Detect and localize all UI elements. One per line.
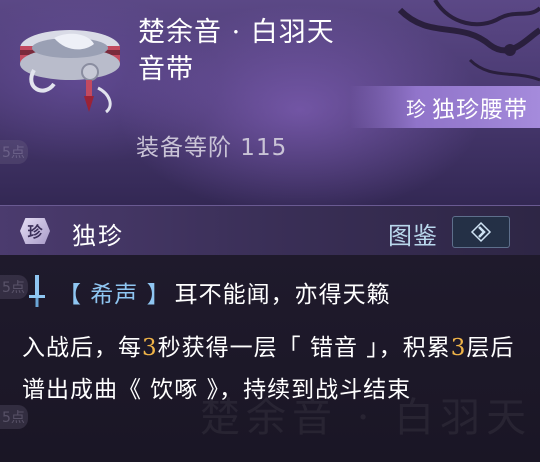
rarity-type-label: 独珍腰带 (432, 97, 528, 123)
codex-button[interactable] (452, 216, 510, 248)
rarity-bar: 珍 独珍 图鉴 (0, 205, 540, 256)
item-tooltip: 楚余音 · 白羽天 音带 珍 独珍腰带 装备等阶 115 5点 珍 独珍 图鉴 … (0, 0, 540, 462)
rarity-ribbon: 珍 独珍腰带 (350, 86, 540, 128)
skill-name: 【 希声 】 (58, 282, 171, 308)
belt-item-icon (20, 30, 120, 114)
desc-number: 3 (450, 335, 467, 361)
desc-number: 3 (142, 335, 158, 361)
item-name: 楚余音 · 白羽天 音带 (138, 14, 398, 88)
item-description-panel: 楚余音 · 白羽天 5点 5点 【 希声 】 耳不能闻，亦得天籁 入战后，每3秒… (0, 255, 540, 462)
item-header: 楚余音 · 白羽天 音带 珍 独珍腰带 装备等阶 115 5点 (0, 0, 540, 205)
rarity-gem-icon: 珍 (406, 96, 426, 121)
skill-description: 入战后，每3秒获得一层「 错音 」，积累3层后谱出成曲《 饮啄 》，持续到战斗结… (22, 327, 532, 411)
desc-text: 入战后，每 (22, 335, 142, 361)
skill-header: 【 希声 】 耳不能闻，亦得天籁 (26, 275, 391, 309)
rarity-gem-icon: 珍 (20, 218, 50, 244)
chevron-right-icon (470, 221, 492, 243)
equip-level: 装备等阶 115 (136, 135, 288, 161)
item-name-line2: 音带 (138, 54, 194, 85)
codex-label: 图鉴 (388, 222, 438, 250)
sword-icon (29, 275, 45, 307)
side-tab: 5点 (0, 140, 28, 164)
side-tab: 5点 (0, 275, 28, 299)
rarity-label: 独珍 (72, 222, 124, 250)
item-name-line1: 楚余音 · 白羽天 (138, 17, 335, 48)
desc-text: 秒获得一层「 错音 」，积累 (157, 335, 451, 361)
skill-subtitle: 耳不能闻，亦得天籁 (174, 282, 391, 308)
